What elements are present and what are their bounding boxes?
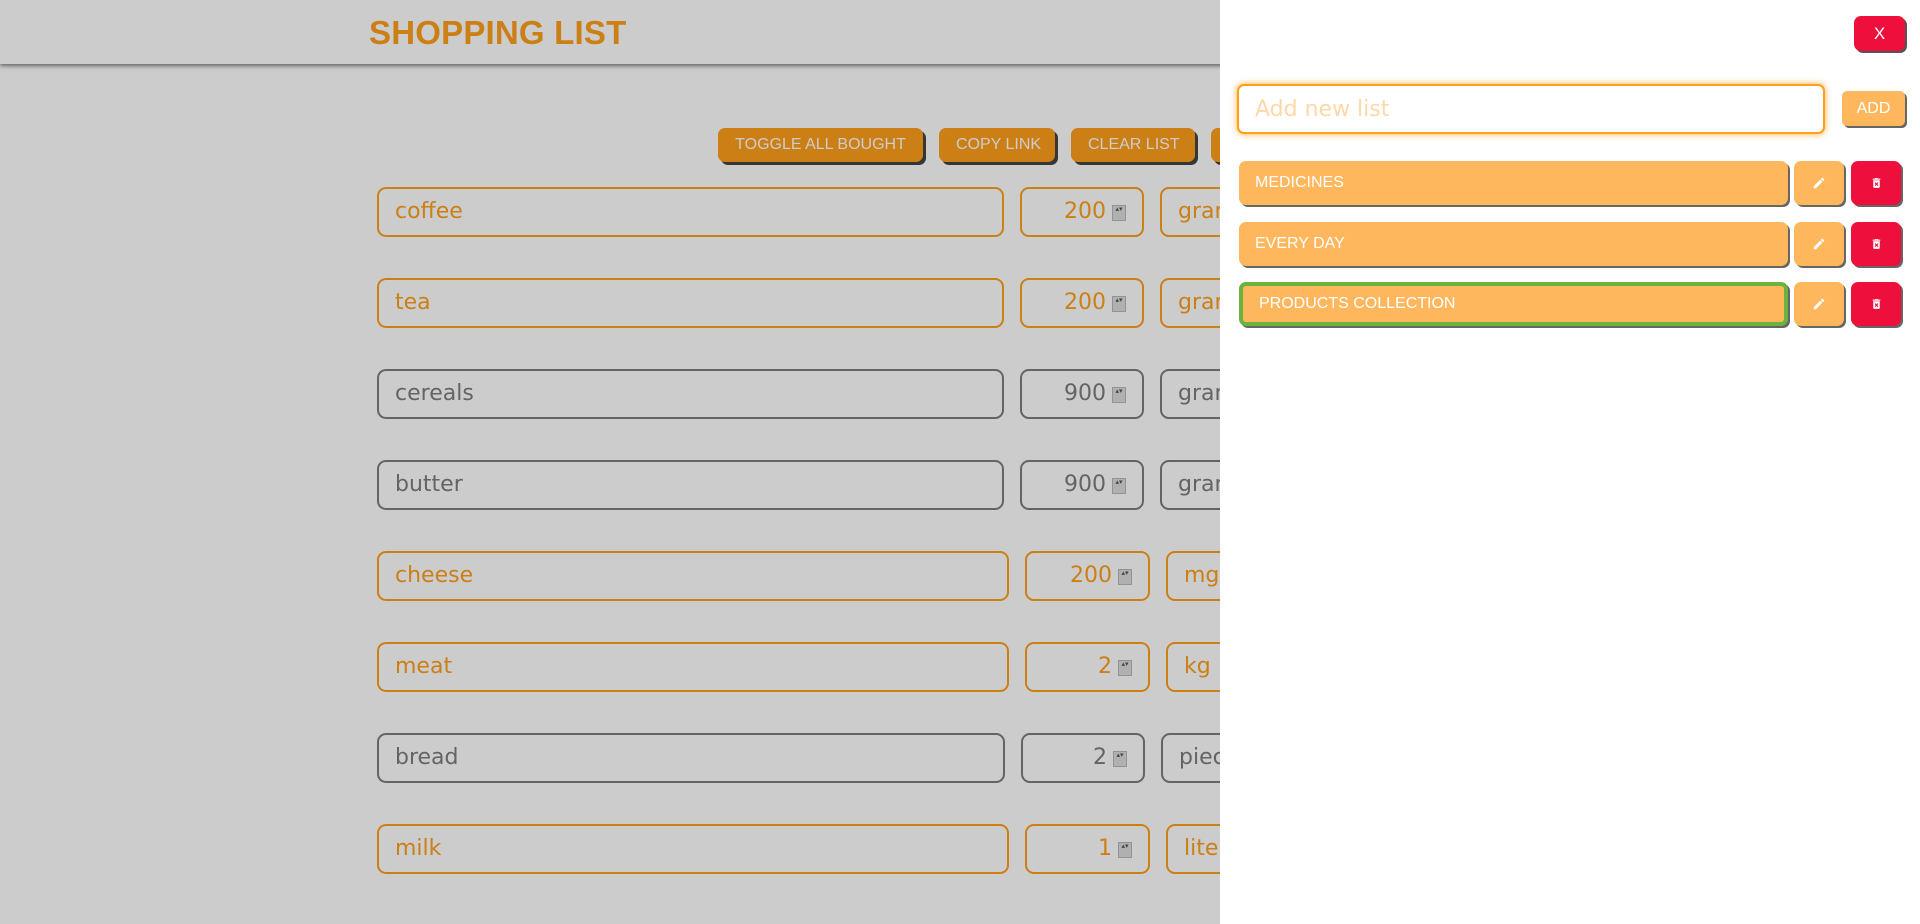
saved-list-item-active[interactable]: PRODUCTS COLLECTION xyxy=(1239,282,1788,326)
trash-icon xyxy=(1872,299,1880,309)
edit-list-button[interactable] xyxy=(1794,282,1844,326)
pencil-icon xyxy=(1813,238,1825,250)
close-panel-button[interactable]: X xyxy=(1854,16,1905,51)
edit-list-button[interactable] xyxy=(1794,161,1844,205)
new-list-input[interactable] xyxy=(1237,84,1825,134)
modal-backdrop[interactable] xyxy=(0,0,1220,924)
pencil-icon xyxy=(1813,177,1825,189)
trash-icon xyxy=(1872,239,1880,249)
saved-list-item[interactable]: EVERY DAY xyxy=(1239,222,1788,266)
edit-list-button[interactable] xyxy=(1794,222,1844,266)
saved-list-item[interactable]: MEDICINES xyxy=(1239,161,1788,205)
pencil-icon xyxy=(1813,298,1825,310)
delete-list-button[interactable] xyxy=(1851,161,1901,205)
delete-list-button[interactable] xyxy=(1851,222,1901,266)
add-list-button[interactable]: ADD xyxy=(1842,91,1905,126)
trash-icon xyxy=(1872,178,1880,188)
lists-side-panel xyxy=(1220,0,1920,924)
delete-list-button[interactable] xyxy=(1851,282,1901,326)
